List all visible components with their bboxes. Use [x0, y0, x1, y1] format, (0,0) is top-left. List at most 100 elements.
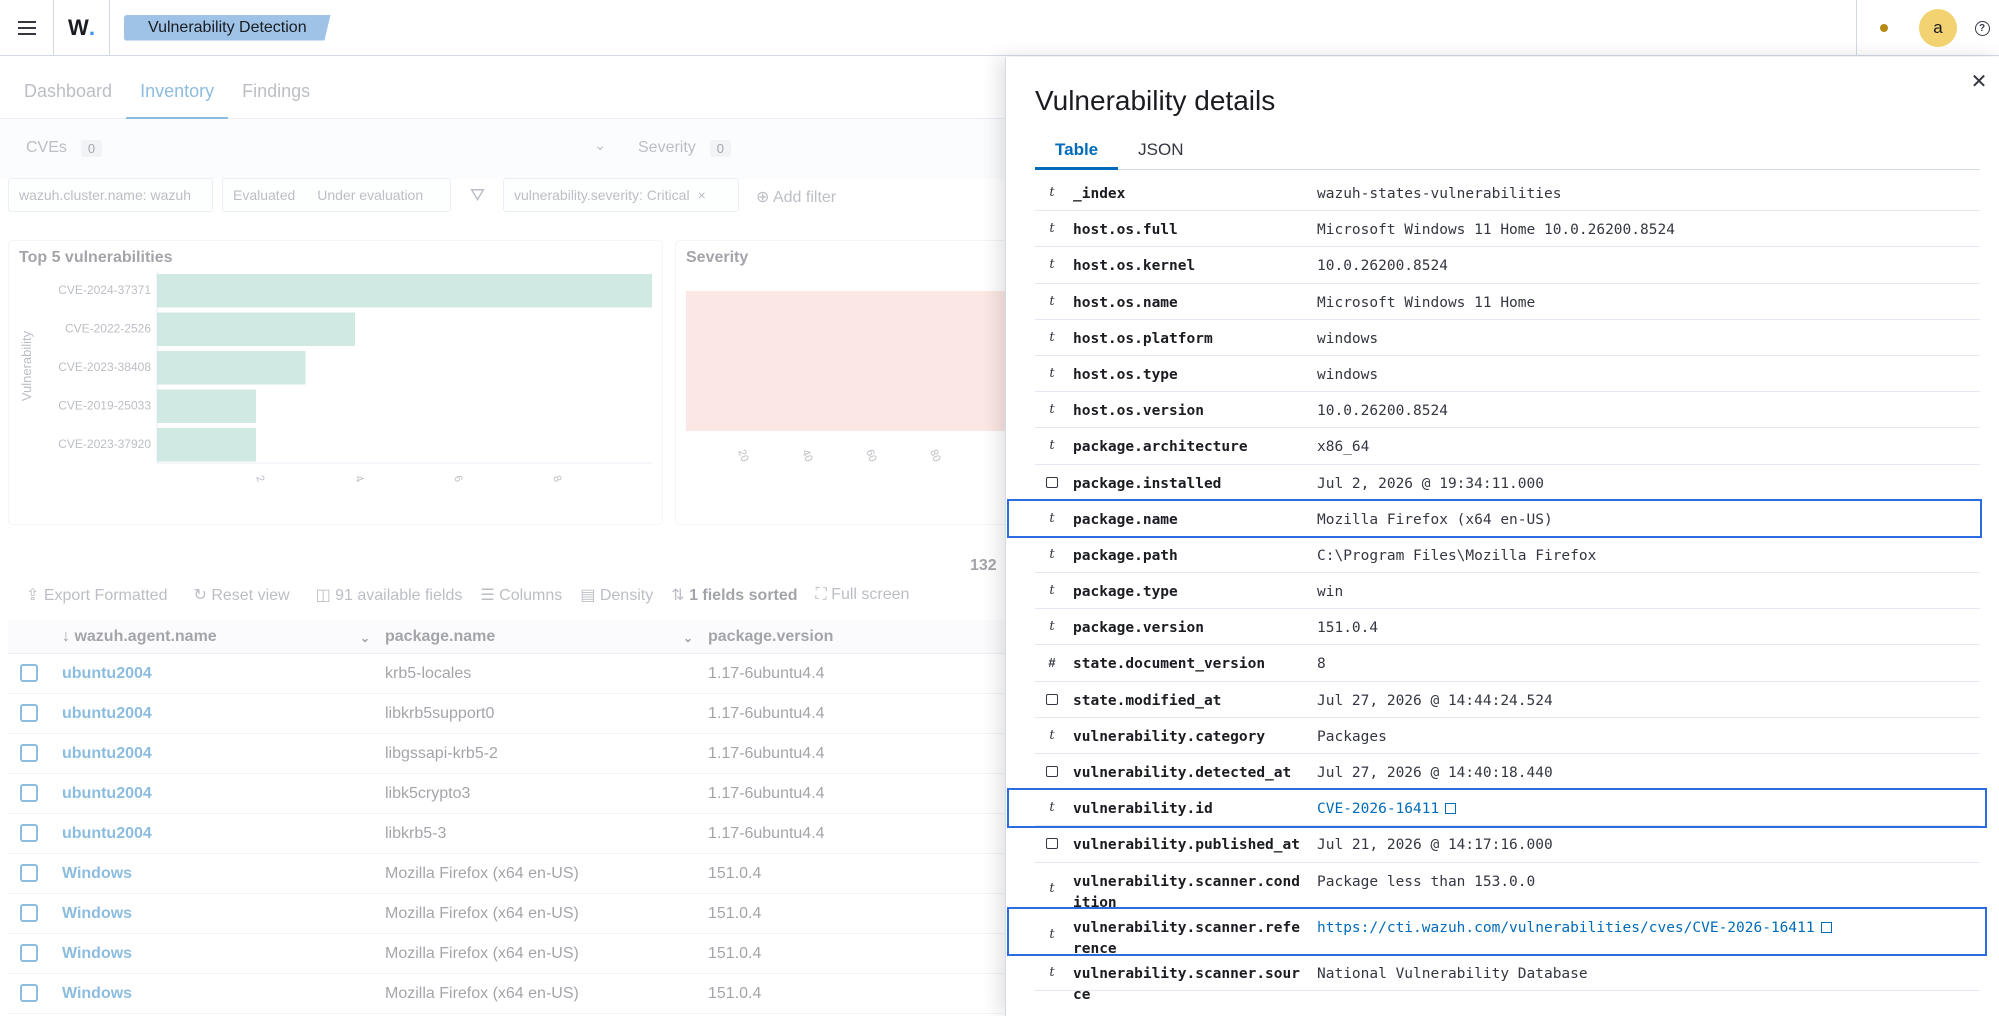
string-type-icon: t: [1049, 257, 1055, 273]
full-screen-button[interactable]: ⛶ Full screen: [816, 586, 910, 604]
available-fields-button[interactable]: ◫ 91 available fields: [316, 585, 463, 605]
density-button[interactable]: ▤ Density: [580, 585, 653, 605]
filter-severity-critical[interactable]: vulnerability.severity: Critical ×: [503, 178, 739, 212]
agent-link[interactable]: Windows: [62, 905, 132, 923]
field-value: x86_64: [1317, 437, 1369, 458]
notification-indicator-icon[interactable]: [1857, 0, 1911, 56]
chevron-down-icon[interactable]: ⌄: [360, 631, 370, 645]
field-value: National Vulnerability Database: [1317, 964, 1588, 985]
filter-under-evaluation[interactable]: Under evaluation: [317, 187, 423, 203]
close-icon[interactable]: ✕: [1967, 69, 1991, 93]
sort-fields-button[interactable]: ⇅ 1 fields sorted: [671, 585, 797, 605]
string-type-icon: t: [1049, 546, 1055, 562]
plus-circle-icon: ⊕: [756, 189, 770, 206]
field-value-text[interactable]: CVE-2026-16411: [1317, 801, 1439, 817]
inspect-document-icon[interactable]: [20, 704, 38, 722]
remove-filter-icon[interactable]: ×: [698, 187, 706, 203]
column-header-agent-name[interactable]: ↓ wazuh.agent.name: [62, 628, 217, 646]
field-value: 10.0.26200.8524: [1317, 401, 1448, 422]
field-value-text: windows: [1317, 366, 1379, 383]
field-value-text: Mozilla Firefox (x64 en-US): [1317, 511, 1553, 528]
field-value-text: windows: [1317, 330, 1379, 347]
columns-button[interactable]: ☰ Columns: [480, 585, 562, 605]
menu-icon[interactable]: [0, 0, 54, 56]
field-name: vulnerability.scanner.reference: [1073, 919, 1300, 957]
external-link-icon[interactable]: [1820, 921, 1832, 933]
field-value-text[interactable]: https://cti.wazuh.com/vulnerabilities/cv…: [1317, 920, 1815, 936]
field-value-link[interactable]: CVE-2026-16411: [1317, 799, 1457, 820]
flyout-title: Vulnerability details: [1035, 85, 1276, 116]
inspect-document-icon[interactable]: [20, 664, 38, 682]
chevron-down-icon[interactable]: ⌄: [683, 631, 693, 645]
detail-row: t vulnerability.scanner.condition Package …: [1035, 863, 1980, 911]
column-header-package-name[interactable]: package.name: [385, 628, 495, 646]
tab-table[interactable]: Table: [1035, 130, 1119, 170]
package-name-cell: libgssapi-krb5-2: [385, 745, 498, 762]
detail-row: t host.os.type windows: [1035, 356, 1980, 393]
severity-panel: Severity 20 40 60 80: [675, 240, 1011, 525]
severity-count-badge: 0: [709, 139, 732, 157]
field-value: 10.0.26200.8524: [1317, 256, 1448, 277]
field-name: vulnerability.scanner.condition: [1073, 873, 1300, 911]
hits-count: 132: [970, 557, 997, 574]
severity-combobox[interactable]: Severity 0: [638, 133, 732, 163]
field-value-text: Jul 27, 2026 @ 14:40:18.440: [1317, 765, 1553, 781]
inspect-document-icon[interactable]: [20, 824, 38, 842]
field-value-text: 151.0.4: [1317, 620, 1379, 637]
inspect-document-icon[interactable]: [20, 744, 38, 762]
wazuh-logo[interactable]: W.: [54, 0, 110, 56]
x-tick-label: 8: [550, 474, 563, 484]
inspect-document-icon[interactable]: [20, 784, 38, 802]
filter-evaluation-group[interactable]: Evaluated Under evaluation: [222, 178, 451, 212]
agent-link[interactable]: ubuntu2004: [62, 705, 152, 723]
table-row: ubuntu2004 libkrb5support0 1.17-6ubuntu4.4: [8, 694, 1005, 734]
external-link-icon[interactable]: [1445, 803, 1457, 815]
field-value: Microsoft Windows 11 Home: [1317, 293, 1535, 314]
package-version-cell: 151.0.4: [708, 905, 762, 922]
user-avatar[interactable]: a: [1911, 0, 1965, 56]
add-filter-button[interactable]: ⊕ Add filter: [756, 187, 836, 207]
severity-bar-chart: 20 40 60 80: [686, 291, 1011, 464]
string-type-icon: t: [1049, 402, 1055, 418]
column-header-package-version[interactable]: package.version: [708, 628, 833, 646]
filter-evaluated[interactable]: Evaluated: [233, 187, 295, 203]
vulnerability-details-flyout: Vulnerability details ✕ Table JSON t _ind…: [1005, 57, 1999, 1016]
grid-header: ↓ wazuh.agent.name ⌄ package.name ⌄ pack…: [8, 620, 1005, 654]
help-icon[interactable]: ?: [1965, 0, 1999, 56]
tab-dashboard[interactable]: Dashboard: [10, 57, 126, 119]
field-value-text: win: [1317, 584, 1344, 601]
field-value-link[interactable]: https://cti.wazuh.com/vulnerabilities/cv…: [1317, 918, 1832, 939]
filter-severity-label: vulnerability.severity: Critical: [514, 187, 690, 203]
field-value: wazuh-states-vulnerabilities: [1317, 184, 1561, 205]
tab-json[interactable]: JSON: [1118, 130, 1203, 170]
agent-link[interactable]: Windows: [62, 985, 132, 1003]
filter-cluster-name[interactable]: wazuh.cluster.name: wazuh: [8, 178, 213, 212]
filter-icon[interactable]: ⛛: [470, 185, 485, 206]
breadcrumb-vulnerability-detection[interactable]: Vulnerability Detection: [124, 14, 331, 41]
field-name: vulnerability.scanner.source: [1073, 965, 1300, 1003]
detail-row: # state.document_version 8: [1035, 645, 1980, 682]
chevron-down-icon: ⌄: [594, 137, 606, 153]
agent-link[interactable]: ubuntu2004: [62, 665, 152, 683]
agent-link[interactable]: ubuntu2004: [62, 785, 152, 803]
agent-link[interactable]: ubuntu2004: [62, 825, 152, 843]
inspect-document-icon[interactable]: [20, 864, 38, 882]
cves-combobox[interactable]: CVEs 0 ⌄: [26, 133, 606, 163]
package-version-cell: 1.17-6ubuntu4.4: [708, 785, 825, 802]
agent-link[interactable]: ubuntu2004: [62, 745, 152, 763]
tab-inventory[interactable]: Inventory: [126, 57, 229, 119]
inspect-document-icon[interactable]: [20, 984, 38, 1002]
flyout-tabs: Table JSON: [1035, 130, 1980, 170]
severity-label: Severity: [638, 139, 696, 156]
export-formatted-button[interactable]: ⇪ Export Formatted: [26, 585, 167, 605]
string-type-icon: t: [1049, 583, 1055, 599]
package-name-cell: krb5-locales: [385, 665, 472, 682]
field-name: host.os.type: [1073, 366, 1178, 383]
field-name: host.os.version: [1073, 403, 1204, 420]
agent-link[interactable]: Windows: [62, 865, 132, 883]
inspect-document-icon[interactable]: [20, 904, 38, 922]
reset-view-button[interactable]: ↻ Reset view: [193, 585, 289, 605]
tab-findings[interactable]: Findings: [228, 57, 324, 119]
agent-link[interactable]: Windows: [62, 945, 132, 963]
inspect-document-icon[interactable]: [20, 944, 38, 962]
